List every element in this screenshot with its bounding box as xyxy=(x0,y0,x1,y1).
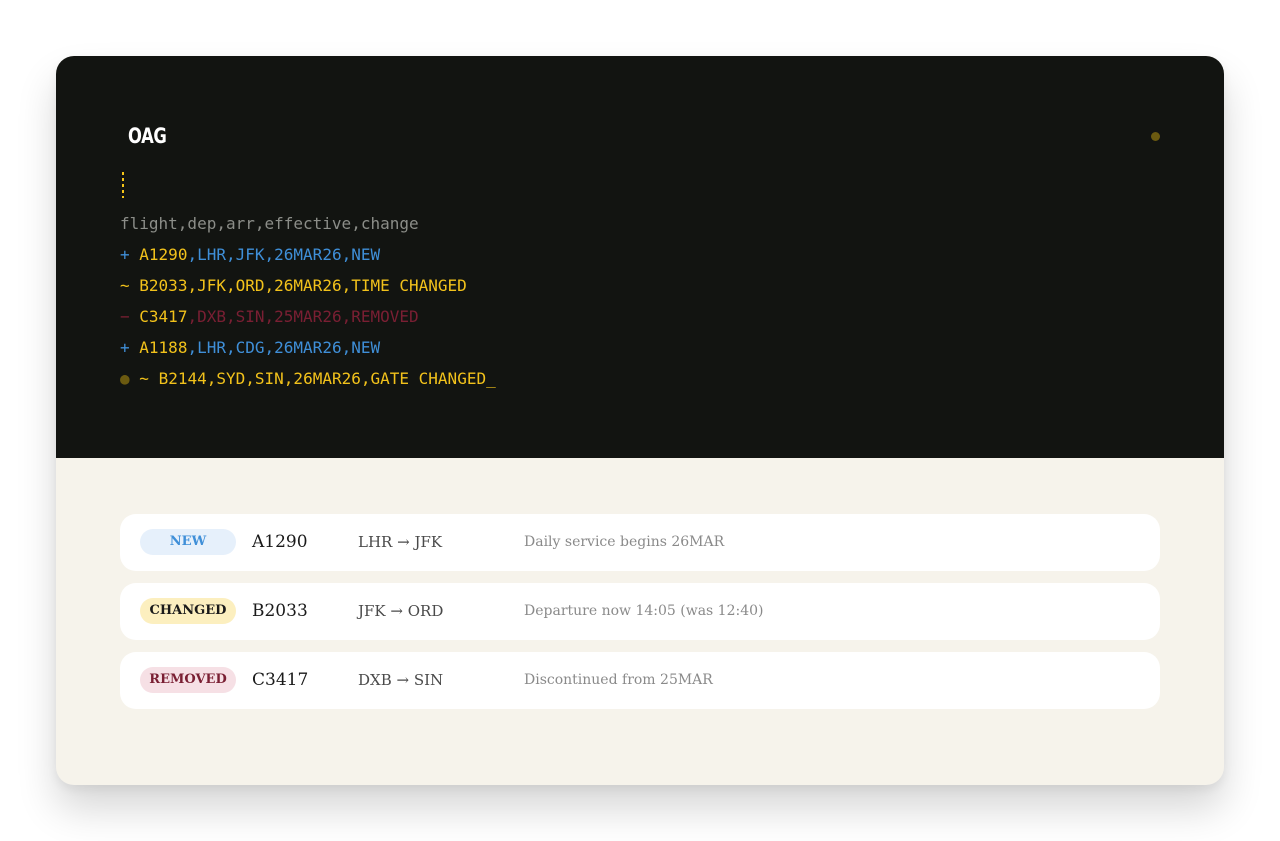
route: JFK → ORD xyxy=(358,602,444,620)
diff-flight: A1290 xyxy=(139,245,188,264)
feed-card: OAG flight,dep,arr,effective,change + A1… xyxy=(56,56,1224,785)
diff-flight: B2144 xyxy=(158,369,207,388)
diff-line: + A1188,LHR,CDG,26MAR26,NEW xyxy=(120,332,496,363)
route: LHR → JFK xyxy=(358,533,443,551)
diff-fields: ,SYD,SIN,26MAR26,GATE CHANGED xyxy=(206,369,487,388)
diff-fields: ,LHR,JFK,26MAR26,NEW xyxy=(187,245,381,264)
terminal-panel: OAG flight,dep,arr,effective,change + A1… xyxy=(56,56,1224,458)
change-note: Departure now 14:05 (was 12:40) xyxy=(524,603,764,619)
diff-fields: ,JFK,ORD,26MAR26,TIME CHANGED xyxy=(187,276,467,295)
status-indicator-icon xyxy=(1151,132,1160,141)
text-cursor: _ xyxy=(486,369,496,388)
change-note: Daily service begins 26MAR xyxy=(524,534,725,550)
diff-line-live: ● ~ B2144,SYD,SIN,26MAR26,GATE CHANGED_ xyxy=(120,363,496,394)
diff-marker-added: + xyxy=(120,245,130,264)
route: DXB → SIN xyxy=(358,671,444,689)
status-badge: CHANGED xyxy=(140,598,236,624)
diff-flight: C3417 xyxy=(139,307,188,326)
diff-output: flight,dep,arr,effective,change + A1290,… xyxy=(120,208,496,394)
status-badge: REMOVED xyxy=(140,667,236,693)
diff-marker-removed: − xyxy=(120,307,130,326)
status-badge: NEW xyxy=(140,529,236,555)
change-row-removed[interactable]: REMOVED C3417 DXB → SIN Discontinued fro… xyxy=(120,652,1160,709)
change-row-changed[interactable]: CHANGED B2033 JFK → ORD Departure now 14… xyxy=(120,583,1160,640)
change-row-new[interactable]: NEW A1290 LHR → JFK Daily service begins… xyxy=(120,514,1160,571)
change-list: NEW A1290 LHR → JFK Daily service begins… xyxy=(120,514,1160,721)
diff-fields: ,DXB,SIN,25MAR26,REMOVED xyxy=(187,307,419,326)
change-note: Discontinued from 25MAR xyxy=(524,672,713,688)
diff-marker-changed: ~ xyxy=(120,276,130,295)
diff-line: − C3417,DXB,SIN,25MAR26,REMOVED xyxy=(120,301,496,332)
diff-line: ~ B2033,JFK,ORD,26MAR26,TIME CHANGED xyxy=(120,270,496,301)
flight-number: C3417 xyxy=(252,670,309,690)
diff-flight: A1188 xyxy=(139,338,188,357)
diff-fields: ,LHR,CDG,26MAR26,NEW xyxy=(187,338,381,357)
live-dot-icon: ● xyxy=(120,369,130,388)
diff-marker-added: + xyxy=(120,338,130,357)
oag-logo: OAG xyxy=(128,124,167,148)
flight-number: B2033 xyxy=(252,601,308,621)
diff-marker-changed: ~ xyxy=(139,369,149,388)
diff-line: + A1290,LHR,JFK,26MAR26,NEW xyxy=(120,239,496,270)
input-caret-icon xyxy=(122,172,124,198)
csv-header: flight,dep,arr,effective,change xyxy=(120,214,419,233)
flight-number: A1290 xyxy=(252,532,308,552)
diff-flight: B2033 xyxy=(139,276,188,295)
